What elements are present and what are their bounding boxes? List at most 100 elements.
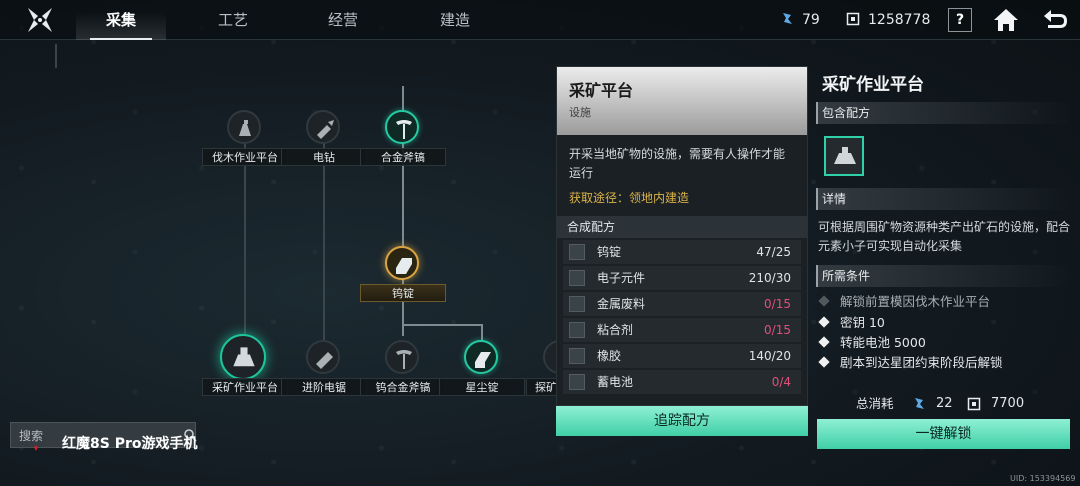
alloy-pickaxe-icon	[396, 120, 412, 139]
detail-subtitle: 设施	[569, 106, 591, 119]
tree-node-alloy-pickaxe[interactable]: 合金斧镐	[360, 110, 446, 182]
material-row[interactable]: 橡胶 140/20	[563, 344, 801, 368]
node-label: 探矿	[526, 378, 556, 396]
mining-platform-icon	[834, 147, 856, 164]
scrap-metal-icon	[569, 296, 585, 312]
back-arrow-icon[interactable]	[1040, 7, 1070, 33]
coin-count: 1258778	[868, 12, 931, 28]
logging-platform-icon	[239, 120, 251, 136]
redmagic-logo-icon	[34, 445, 38, 451]
material-count: 0/15	[764, 323, 791, 337]
requirement-item: 解锁前置模因伐木作业平台	[818, 292, 991, 312]
electronic-part-icon	[569, 270, 585, 286]
crystal-icon	[915, 398, 924, 409]
material-name: 粘合剂	[597, 323, 634, 337]
tree-node-chainsaw[interactable]: 进阶电锯	[281, 340, 367, 412]
node-icon-frame	[543, 340, 556, 374]
node-icon-frame	[385, 246, 419, 280]
drill-icon	[317, 120, 334, 139]
requirement-text: 解锁前置模因伐木作业平台	[840, 294, 991, 309]
node-label: 采矿作业平台	[202, 378, 288, 396]
details-header: 详情	[816, 188, 1072, 210]
material-count: 47/25	[756, 245, 791, 259]
requirement-text: 剧本到达星团约束阶段后解锁	[840, 355, 1003, 370]
home-icon[interactable]	[992, 7, 1020, 33]
tree-node-logging-platform[interactable]: 伐木作业平台	[202, 110, 288, 182]
crystal-icon	[783, 13, 792, 24]
node-icon-frame	[220, 334, 266, 380]
stardust-ingot-icon	[475, 352, 491, 368]
diamond-bullet-icon	[818, 356, 830, 368]
chainsaw-icon	[316, 352, 333, 369]
battery-icon	[569, 374, 585, 390]
node-icon-frame	[385, 110, 419, 144]
mining-platform-icon	[233, 347, 255, 367]
tree-node-tungsten-ingot[interactable]: 钨锭	[360, 246, 446, 318]
right-description: 可根据周围矿物资源种类产出矿石的设施，配合元素小子可实现自动化采集	[818, 220, 1071, 253]
total-cost-label: 总消耗	[856, 396, 894, 411]
track-recipe-button[interactable]: 追踪配方	[556, 406, 808, 436]
rubber-icon	[569, 348, 585, 364]
adhesive-icon	[569, 322, 585, 338]
node-label: 钨合金斧镐	[360, 378, 446, 396]
recipe-slot[interactable]	[824, 136, 864, 176]
diamond-bullet-icon	[818, 316, 830, 328]
material-count: 140/20	[748, 349, 791, 363]
node-label: 合金斧镐	[360, 148, 446, 166]
requirement-text: 转能电池 5000	[840, 335, 926, 350]
tab-build[interactable]: 建造	[410, 0, 500, 40]
material-row[interactable]: 粘合剂 0/15	[563, 318, 801, 342]
tab-business[interactable]: 经营	[298, 0, 388, 40]
node-icon-frame	[385, 340, 419, 374]
node-label: 钨锭	[360, 284, 446, 302]
unlock-all-button[interactable]: 一键解锁	[817, 419, 1070, 449]
right-panel-title: 采矿作业平台	[822, 75, 924, 95]
detail-title: 采矿平台	[569, 81, 634, 100]
tree-node-drill[interactable]: 电钻	[281, 110, 367, 182]
requirements-header: 所需条件	[816, 265, 1072, 287]
user-id: UID: 153394569	[1010, 474, 1076, 483]
requirement-item: 剧本到达星团约束阶段后解锁	[818, 353, 1003, 373]
game-logo-icon[interactable]	[26, 6, 54, 34]
scroll-marker	[55, 44, 57, 68]
requirement-item: 转能电池 5000	[818, 333, 926, 353]
help-button[interactable]: ?	[948, 8, 972, 32]
material-row[interactable]: 钨锭 47/25	[563, 240, 801, 264]
diamond-bullet-icon	[818, 295, 830, 307]
tungsten-ingot-icon	[396, 258, 412, 274]
tab-craft[interactable]: 工艺	[188, 0, 278, 40]
tree-node-mining-platform[interactable]: 采矿作业平台	[202, 334, 288, 412]
tree-node-tungsten-pickaxe[interactable]: 钨合金斧镐	[360, 340, 446, 412]
node-icon-frame	[306, 340, 340, 374]
material-name: 钨锭	[597, 245, 622, 259]
total-coins: 7700	[991, 396, 1025, 411]
material-count: 0/15	[764, 297, 791, 311]
material-name: 橡胶	[597, 349, 622, 363]
material-row[interactable]: 电子元件 210/30	[563, 266, 801, 290]
total-crystal: 22	[936, 396, 953, 411]
crystal-counter: 79	[780, 0, 820, 40]
node-label: 电钻	[281, 148, 367, 166]
tungsten-ingot-icon	[569, 244, 585, 260]
node-icon-frame	[227, 110, 261, 144]
node-label: 伐木作业平台	[202, 148, 288, 166]
node-label: 进阶电锯	[281, 378, 367, 396]
material-name: 电子元件	[597, 271, 646, 285]
material-row[interactable]: 蓄电池 0/4	[563, 370, 801, 394]
tab-gather[interactable]: 采集	[76, 0, 166, 40]
node-label: 星尘锭	[439, 378, 525, 396]
diamond-bullet-icon	[818, 336, 830, 348]
item-detail-panel: 采矿平台 设施 开采当地矿物的设施，需要有人操作才能运行 获取途径：领地内建造 …	[556, 66, 808, 406]
requirement-item: 密钥 10	[818, 313, 885, 333]
tungsten-pickaxe-icon	[396, 350, 412, 369]
detail-source: 获取途径：领地内建造	[569, 191, 690, 205]
material-row[interactable]: 金属废料 0/15	[563, 292, 801, 316]
coin-frame-icon	[846, 12, 860, 26]
coin-counter: 1258778	[846, 0, 930, 40]
device-watermark: 红魔8S Pro游戏手机	[62, 436, 198, 452]
coin-frame-icon	[967, 397, 981, 411]
tree-node-prospect[interactable]: 探矿	[526, 340, 556, 412]
contains-recipe-header: 包含配方	[816, 102, 1072, 124]
tree-node-stardust-ingot[interactable]: 星尘锭	[439, 340, 525, 412]
crystal-count: 79	[802, 12, 820, 28]
